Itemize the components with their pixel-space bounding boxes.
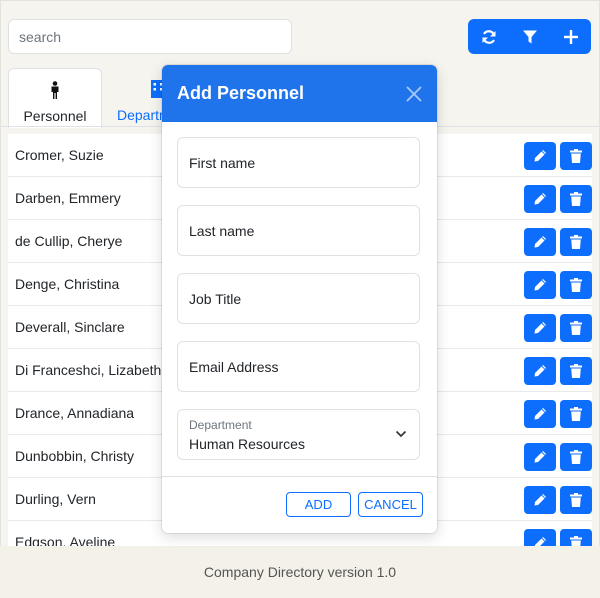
building-icon [117, 78, 165, 100]
personnel-name: Di Franceshci, Lizabeth [15, 362, 162, 378]
add-personnel-modal: Add Personnel Department Human Resources… [162, 65, 437, 533]
delete-button[interactable] [560, 314, 592, 342]
edit-button[interactable] [524, 185, 556, 213]
add-button[interactable] [550, 19, 591, 54]
add-button-modal[interactable]: ADD [286, 492, 351, 517]
filter-icon [522, 30, 537, 43]
chevron-down-icon [395, 430, 407, 438]
close-icon[interactable] [404, 84, 424, 104]
trash-icon [570, 149, 582, 163]
refresh-icon [482, 29, 495, 44]
job-title-input[interactable] [177, 273, 420, 324]
edit-button[interactable] [524, 486, 556, 514]
modal-footer-divider [162, 476, 437, 477]
personnel-name: Drance, Annadiana [15, 405, 135, 421]
footer: Company Directory version 1.0 [0, 546, 600, 598]
pencil-icon [534, 236, 546, 248]
search-input[interactable] [8, 19, 292, 54]
delete-button[interactable] [560, 185, 592, 213]
trash-icon [570, 192, 582, 206]
edit-button[interactable] [524, 443, 556, 471]
personnel-name: Denge, Christina [15, 276, 120, 292]
row-actions [524, 486, 592, 514]
personnel-name: Edgson, Aveline [15, 534, 116, 546]
edit-button[interactable] [524, 400, 556, 428]
delete-button[interactable] [560, 271, 592, 299]
edit-button[interactable] [524, 228, 556, 256]
pencil-icon [534, 193, 546, 205]
row-actions [524, 443, 592, 471]
delete-button[interactable] [560, 443, 592, 471]
last-name-input[interactable] [177, 205, 420, 256]
delete-button[interactable] [560, 228, 592, 256]
department-value: Human Resources [189, 436, 305, 452]
personnel-name: Cromer, Suzie [15, 147, 104, 163]
pencil-icon [534, 451, 546, 463]
trash-icon [570, 278, 582, 292]
delete-button[interactable] [560, 357, 592, 385]
delete-button[interactable] [560, 486, 592, 514]
plus-icon [563, 29, 578, 44]
trash-icon [570, 536, 582, 546]
pencil-icon [534, 150, 546, 162]
cancel-button[interactable]: CANCEL [358, 492, 423, 517]
pencil-icon [534, 279, 546, 291]
row-actions [524, 357, 592, 385]
department-caption: Department [189, 418, 252, 432]
row-actions [524, 529, 592, 546]
delete-button[interactable] [560, 400, 592, 428]
row-actions [524, 400, 592, 428]
email-input[interactable] [177, 341, 420, 392]
modal-header: Add Personnel [162, 65, 437, 122]
modal-title: Add Personnel [177, 83, 305, 103]
tab-departments[interactable]: Departments [108, 68, 168, 126]
tab-personnel[interactable]: Personnel [8, 68, 102, 128]
person-icon [49, 79, 61, 101]
trash-icon [570, 493, 582, 507]
row-actions [524, 142, 592, 170]
trash-icon [570, 321, 582, 335]
toolbar-button-group [468, 19, 591, 54]
personnel-name: Darben, Emmery [15, 190, 121, 206]
department-select[interactable]: Department Human Resources [177, 409, 420, 460]
personnel-name: de Cullip, Cherye [15, 233, 123, 249]
row-actions [524, 314, 592, 342]
pencil-icon [534, 408, 546, 420]
trash-icon [570, 364, 582, 378]
pencil-icon [534, 365, 546, 377]
personnel-name: Dunbobbin, Christy [15, 448, 135, 464]
pencil-icon [534, 322, 546, 334]
pencil-icon [534, 537, 546, 546]
edit-button[interactable] [524, 314, 556, 342]
personnel-name: Deverall, Sinclare [15, 319, 125, 335]
delete-button[interactable] [560, 529, 592, 546]
refresh-button[interactable] [468, 19, 509, 54]
filter-button[interactable] [509, 19, 550, 54]
trash-icon [570, 450, 582, 464]
first-name-input[interactable] [177, 137, 420, 188]
edit-button[interactable] [524, 142, 556, 170]
pencil-icon [534, 494, 546, 506]
row-actions [524, 271, 592, 299]
trash-icon [570, 235, 582, 249]
tab-personnel-label: Personnel [23, 108, 87, 124]
row-actions [524, 228, 592, 256]
row-actions [524, 185, 592, 213]
edit-button[interactable] [524, 271, 556, 299]
edit-button[interactable] [524, 529, 556, 546]
trash-icon [570, 407, 582, 421]
tab-departments-label: Departments [117, 107, 168, 123]
edit-button[interactable] [524, 357, 556, 385]
personnel-name: Durling, Vern [15, 491, 96, 507]
version-text: Company Directory version 1.0 [203, 564, 397, 580]
delete-button[interactable] [560, 142, 592, 170]
